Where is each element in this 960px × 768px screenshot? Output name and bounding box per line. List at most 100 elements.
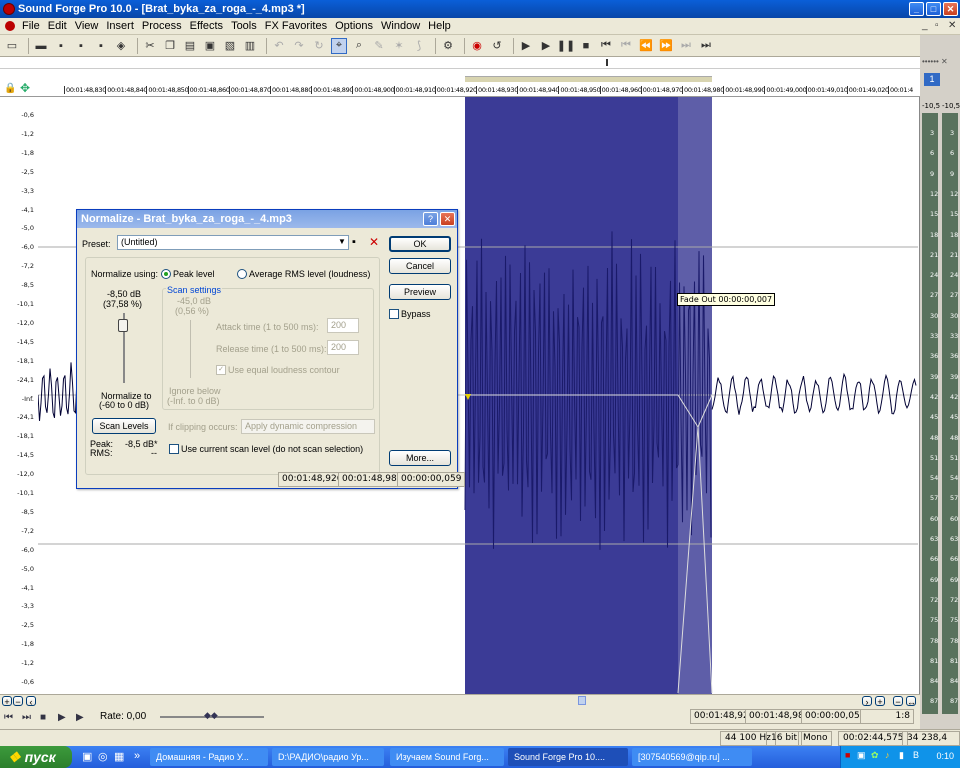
menu-tools[interactable]: Tools (227, 20, 261, 32)
zoom-ratio-box[interactable]: 1:8 (860, 709, 914, 724)
cancel-button[interactable]: Cancel (389, 258, 451, 274)
menu-insert[interactable]: Insert (102, 20, 138, 32)
start-button[interactable]: ❖ пуск (0, 746, 72, 768)
horizontal-scrollbar[interactable]: + − ‹ › + − ↔ (0, 694, 920, 707)
tray-volume-icon[interactable]: ♪ (885, 750, 890, 760)
overview-bar[interactable] (0, 57, 920, 69)
selection-bar[interactable] (465, 76, 712, 82)
menu-process[interactable]: Process (138, 20, 186, 32)
redo-icon[interactable]: ↷ (291, 38, 307, 54)
peak-level-radio[interactable] (161, 269, 171, 279)
quicklaunch-desktop-icon[interactable]: ▣ (82, 750, 92, 763)
mdi-minimize-button[interactable]: _ (922, 20, 928, 31)
clipping-select[interactable]: Apply dynamic compression (241, 419, 375, 434)
go-to-end-icon[interactable]: ⏭ (698, 38, 714, 54)
tray-network-icon[interactable]: ▣ (857, 750, 866, 761)
render-icon[interactable]: ◈ (113, 38, 129, 54)
new-file-icon[interactable]: ▭ (4, 38, 20, 54)
crossfade-icon[interactable]: ▧ (222, 38, 238, 54)
zoom-in-time-icon[interactable]: + (875, 696, 885, 707)
tray-language-icon[interactable]: B (913, 750, 919, 760)
rate-slider-thumb[interactable]: ◆◆ (204, 710, 218, 721)
rewind-icon[interactable]: ⏪ (638, 38, 654, 54)
save-all-icon[interactable]: ▪ (93, 38, 109, 54)
zoom-fit-icon[interactable]: ↔ (906, 696, 916, 707)
undo-icon[interactable]: ↶ (271, 38, 287, 54)
paste-icon[interactable]: ▤ (182, 38, 198, 54)
go-to-start-icon[interactable]: ⏮ (598, 38, 614, 54)
snap-icon[interactable]: ✥ (20, 81, 30, 95)
magnify-tool-icon[interactable]: ⌕ (351, 38, 367, 54)
edit-tool-icon[interactable]: ⌖ (331, 37, 347, 54)
previous-icon[interactable]: ⏮ (618, 38, 634, 54)
play-icon[interactable]: ▶ (538, 38, 554, 54)
dialog-help-button[interactable]: ? (423, 212, 438, 226)
play-all-small-icon[interactable]: ▶ (76, 712, 90, 723)
delete-preset-icon[interactable]: ✕ (369, 235, 379, 249)
quicklaunch-media-icon[interactable]: ▦ (114, 750, 124, 763)
ok-button[interactable]: OK (389, 236, 451, 252)
taskbar-item-qip[interactable]: [307540569@qip.ru] ... (632, 748, 752, 766)
zoom-out-icon[interactable]: − (13, 696, 23, 707)
go-to-end-small-icon[interactable]: ⏭ (22, 712, 36, 723)
open-folder-icon[interactable]: ▬ (33, 38, 49, 54)
preset-dropdown-arrow-icon[interactable]: ▼ (338, 237, 346, 246)
taskbar-item-document[interactable]: Изучаем Sound Forg... (390, 748, 504, 766)
mix-icon[interactable]: ▣ (202, 38, 218, 54)
event-tool-icon[interactable]: ⟆ (411, 38, 427, 54)
normalize-slider-thumb[interactable] (118, 319, 128, 332)
close-button[interactable]: ✕ (943, 2, 958, 16)
menu-help[interactable]: Help (424, 20, 455, 32)
scroll-right-icon[interactable]: › (862, 696, 872, 707)
trim-icon[interactable]: ▥ (242, 38, 258, 54)
taskbar-item-sound-forge[interactable]: Sound Forge Pro 10.... (508, 748, 628, 766)
scroll-thumb[interactable] (578, 696, 586, 705)
average-rms-radio[interactable] (237, 269, 247, 279)
menu-window[interactable]: Window (377, 20, 424, 32)
zoom-out-time-icon[interactable]: − (893, 696, 903, 707)
menu-file[interactable]: File (18, 20, 44, 32)
copy-icon[interactable]: ❐ (162, 38, 178, 54)
tray-battery-icon[interactable]: ▮ (899, 750, 904, 761)
next-icon[interactable]: ⏭ (678, 38, 694, 54)
stop-small-icon[interactable]: ■ (40, 712, 54, 723)
lock-icon[interactable]: 🔒 (4, 83, 16, 94)
menu-options[interactable]: Options (331, 20, 377, 32)
zoom-in-icon[interactable]: + (2, 696, 12, 707)
record-icon[interactable]: ◉ (469, 38, 485, 54)
document-icon[interactable] (5, 21, 15, 31)
repeat-icon[interactable]: ↻ (311, 38, 327, 54)
bypass-checkbox[interactable] (389, 309, 399, 319)
envelope-tool-icon[interactable]: ✶ (391, 38, 407, 54)
status-bit-depth[interactable]: 16 bit (766, 731, 803, 746)
loop-icon[interactable]: ↺ (489, 38, 505, 54)
use-current-scan-checkbox[interactable] (169, 444, 179, 454)
tray-antivirus-icon[interactable]: ■ (845, 750, 850, 760)
more-button[interactable]: More... (389, 450, 451, 466)
menu-view[interactable]: View (71, 20, 103, 32)
cut-icon[interactable]: ✂ (142, 38, 158, 54)
menu-effects[interactable]: Effects (186, 20, 227, 32)
mdi-close-button[interactable]: ✕ (948, 20, 956, 31)
menu-fx-favorites[interactable]: FX Favorites (261, 20, 331, 32)
wrench-icon[interactable]: ⚙ (440, 38, 456, 54)
quicklaunch-more-icon[interactable]: » (134, 750, 140, 762)
scan-slider-track[interactable] (190, 320, 191, 378)
save-as-icon[interactable]: ▪ (73, 38, 89, 54)
preset-select[interactable]: (Untitled) (117, 235, 349, 250)
save-preset-icon[interactable]: ▪ (352, 236, 356, 248)
meter-badge[interactable]: 1 (924, 73, 940, 86)
pause-icon[interactable]: ❚❚ (557, 38, 575, 54)
status-channels[interactable]: Mono (798, 731, 833, 746)
save-icon[interactable]: ▪ (53, 38, 69, 54)
quicklaunch-browser-icon[interactable]: ◎ (98, 750, 108, 763)
taskbar-item-browser[interactable]: Домашняя - Радио У... (150, 748, 268, 766)
scan-levels-button[interactable]: Scan Levels (92, 418, 156, 434)
menu-edit[interactable]: Edit (44, 20, 71, 32)
maximize-button[interactable]: □ (926, 2, 941, 16)
meter-grip[interactable]: •••••• ✕ (922, 57, 948, 66)
fast-forward-icon[interactable]: ⏩ (658, 38, 674, 54)
preview-button[interactable]: Preview (389, 284, 451, 300)
taskbar-item-explorer[interactable]: D:\РАДИО\радио Ур... (272, 748, 384, 766)
scroll-left-icon[interactable]: ‹ (26, 696, 36, 707)
